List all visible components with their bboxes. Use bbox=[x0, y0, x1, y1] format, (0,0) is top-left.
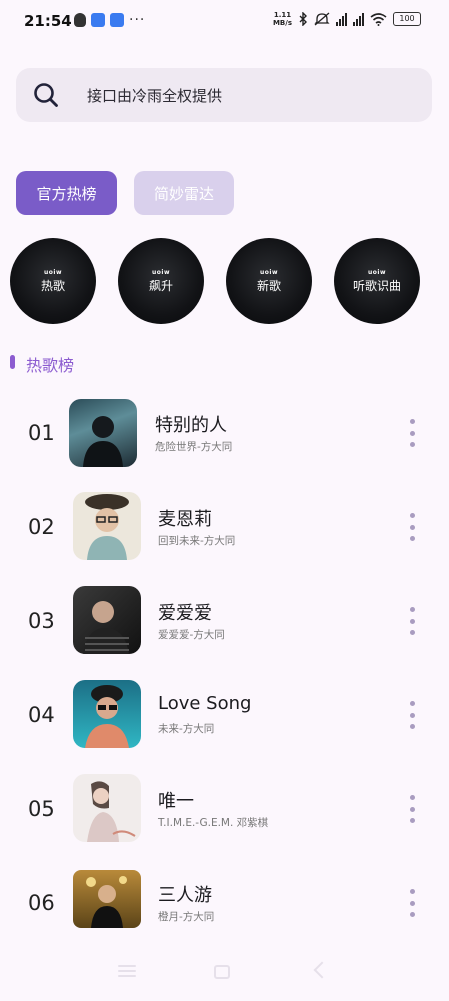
search-bar[interactable]: 接口由冷雨全权提供 bbox=[16, 68, 432, 122]
cover-art bbox=[87, 781, 136, 842]
more-options-icon[interactable] bbox=[408, 795, 416, 823]
song-cover[interactable] bbox=[73, 492, 141, 560]
song-rank: 06 bbox=[28, 891, 55, 915]
more-options-icon[interactable] bbox=[408, 419, 416, 447]
back-icon[interactable] bbox=[313, 961, 331, 979]
system-nav-bar bbox=[0, 961, 449, 986]
song-rank: 02 bbox=[28, 515, 55, 539]
song-cover[interactable] bbox=[73, 774, 141, 842]
section-title: 热歌榜 bbox=[26, 356, 75, 375]
song-rank: 01 bbox=[28, 421, 55, 445]
song-row[interactable]: 02 麦恩莉 回到未来-方大同 bbox=[0, 487, 449, 567]
more-options-icon[interactable] bbox=[408, 701, 416, 729]
song-subtitle: T.I.M.E.-G.E.M. 邓紫棋 bbox=[158, 817, 269, 829]
wifi-icon bbox=[370, 12, 387, 26]
cover-art bbox=[83, 416, 123, 467]
net-speed-unit: MB/s bbox=[272, 19, 292, 27]
tab-jianmiao-radar[interactable]: 简妙雷达 bbox=[134, 171, 234, 215]
qq-notification-icon bbox=[74, 13, 86, 27]
song-subtitle: 爱爱爱-方大同 bbox=[158, 629, 225, 641]
song-title: 唯一 bbox=[158, 791, 194, 812]
song-subtitle: 橙月-方大同 bbox=[158, 911, 215, 923]
home-icon[interactable] bbox=[214, 965, 230, 979]
chart-circle-hot[interactable]: uoiw 热歌 bbox=[10, 238, 96, 324]
song-row[interactable]: 04 Love Song 未来-方大同 bbox=[0, 675, 449, 755]
song-rank: 04 bbox=[28, 703, 55, 727]
signal-icon bbox=[336, 12, 347, 26]
status-time: 21:54 bbox=[24, 12, 72, 30]
cover-art bbox=[86, 876, 127, 928]
song-row[interactable]: 01 特别的人 危险世界-方大同 bbox=[0, 393, 449, 473]
notification-icons: ··· bbox=[74, 13, 145, 27]
song-title: Love Song bbox=[158, 693, 252, 714]
chart-brand-logo: uoiw bbox=[260, 268, 278, 276]
more-options-icon[interactable] bbox=[408, 513, 416, 541]
section-accent-bar bbox=[10, 355, 15, 369]
chart-circle-recognize[interactable]: uoiw 听歌识曲 bbox=[334, 238, 420, 324]
net-speed: 1.11 MB/s bbox=[273, 11, 292, 27]
mute-icon bbox=[314, 12, 330, 26]
chart-circle-label: 听歌识曲 bbox=[352, 278, 401, 293]
song-row[interactable]: 03 爱爱爱 爱爱爱-方大同 bbox=[0, 581, 449, 661]
search-icon[interactable] bbox=[33, 82, 59, 108]
chart-brand-logo: uoiw bbox=[44, 268, 62, 276]
chart-circle-label: 新歌 bbox=[256, 278, 281, 293]
more-notifications-icon: ··· bbox=[129, 12, 146, 28]
chart-circle-label: 飙升 bbox=[148, 278, 173, 293]
net-speed-value: 1.11 bbox=[273, 11, 292, 19]
bluetooth-icon bbox=[299, 12, 307, 26]
song-cover[interactable] bbox=[73, 870, 141, 928]
song-title: 三人游 bbox=[158, 885, 212, 906]
song-cover[interactable] bbox=[73, 680, 141, 748]
song-row[interactable]: 06 三人游 橙月-方大同 bbox=[0, 863, 449, 943]
song-cover[interactable] bbox=[69, 399, 137, 467]
search-input[interactable]: 接口由冷雨全权提供 bbox=[87, 85, 222, 106]
app-notification-icon-2 bbox=[110, 13, 124, 27]
song-cover[interactable] bbox=[73, 586, 141, 654]
song-subtitle: 回到未来-方大同 bbox=[158, 535, 236, 547]
recent-apps-icon[interactable] bbox=[118, 965, 136, 977]
chart-brand-logo: uoiw bbox=[368, 268, 386, 276]
song-title: 爱爱爱 bbox=[158, 603, 212, 624]
more-options-icon[interactable] bbox=[408, 607, 416, 635]
battery-icon: 100 bbox=[393, 12, 421, 26]
status-bar: 21:54 ··· 1.11 MB/s 100 bbox=[0, 0, 449, 44]
song-rank: 05 bbox=[28, 797, 55, 821]
song-row[interactable]: 05 唯一 T.I.M.E.-G.E.M. 邓紫棋 bbox=[0, 769, 449, 849]
cover-art bbox=[83, 601, 129, 654]
tab-official-charts[interactable]: 官方热榜 bbox=[16, 171, 117, 215]
signal-icon-2 bbox=[353, 12, 364, 26]
song-subtitle: 危险世界-方大同 bbox=[155, 441, 233, 453]
status-right-icons: 1.11 MB/s 100 bbox=[273, 11, 421, 27]
song-rank: 03 bbox=[28, 609, 55, 633]
cover-art bbox=[85, 494, 129, 560]
song-title: 麦恩莉 bbox=[158, 509, 212, 530]
chart-circle-rising[interactable]: uoiw 飙升 bbox=[118, 238, 204, 324]
song-title: 特别的人 bbox=[155, 415, 227, 436]
app-notification-icon bbox=[91, 13, 105, 27]
chart-circle-new[interactable]: uoiw 新歌 bbox=[226, 238, 312, 324]
chart-brand-logo: uoiw bbox=[152, 268, 170, 276]
song-subtitle: 未来-方大同 bbox=[158, 723, 215, 735]
cover-art bbox=[85, 685, 129, 748]
chart-circle-label: 热歌 bbox=[40, 278, 65, 293]
more-options-icon[interactable] bbox=[408, 889, 416, 917]
